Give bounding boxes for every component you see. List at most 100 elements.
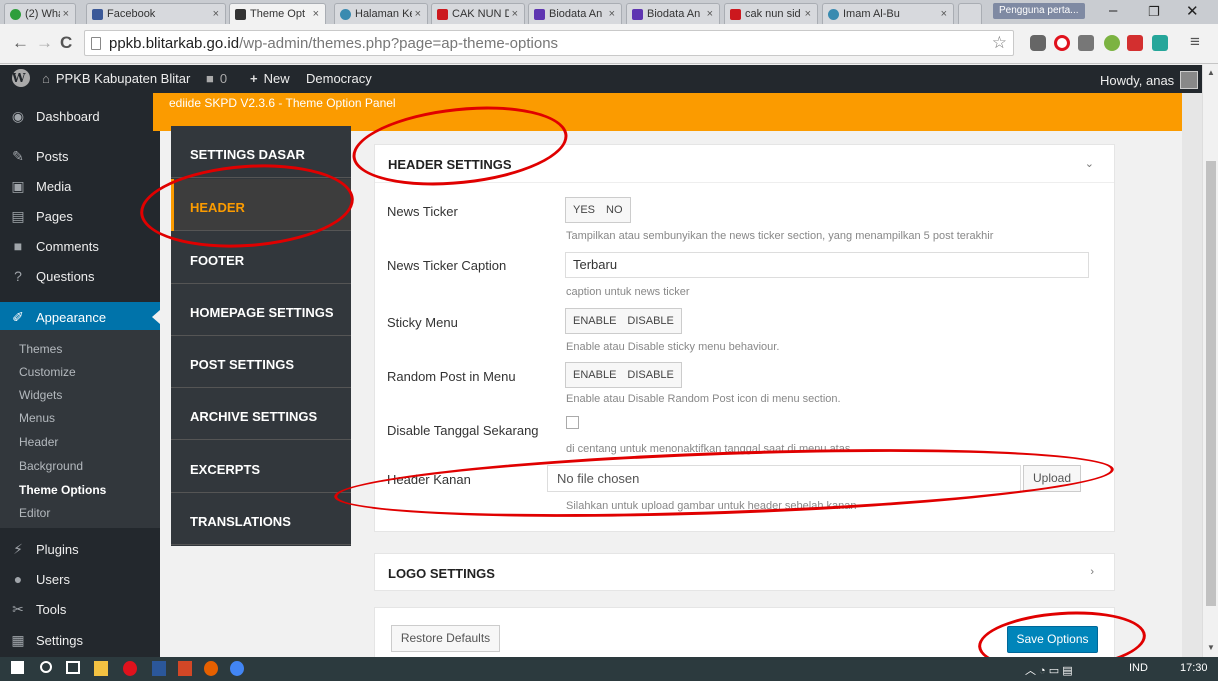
app-icon[interactable] <box>178 661 192 676</box>
sidebar-item-questions[interactable]: ? Questions <box>0 261 160 291</box>
sidebar-item-pages[interactable]: ▤ Pages <box>0 201 160 231</box>
submenu-editor[interactable]: Editor <box>19 506 50 520</box>
browser-tab[interactable]: Halaman Ke × <box>334 3 428 24</box>
sidebar-item-tools[interactable]: ✂ Tools <box>0 594 160 624</box>
tab-footer[interactable]: Footer <box>171 232 351 284</box>
back-icon[interactable]: ← <box>12 33 29 53</box>
submenu-customize[interactable]: Customize <box>19 365 76 379</box>
wordpress-logo-icon[interactable]: W <box>12 69 30 87</box>
new-tab-button[interactable] <box>958 3 982 24</box>
extension-icon[interactable] <box>1152 35 1168 51</box>
sidebar-item-posts[interactable]: ✎ Posts <box>0 141 160 171</box>
scrollbar[interactable]: ▲ ▼ <box>1202 65 1218 657</box>
upload-button[interactable]: Upload <box>1023 465 1081 492</box>
tab-homepage-settings[interactable]: Homepage Settings <box>171 284 351 336</box>
cast-icon[interactable] <box>1078 35 1094 51</box>
extension-icon[interactable] <box>1127 35 1143 51</box>
yes-option[interactable]: YES <box>573 204 595 216</box>
task-view-icon[interactable] <box>66 661 80 674</box>
scroll-up-icon[interactable]: ▲ <box>1207 68 1215 77</box>
browser-tab[interactable]: Facebook × <box>86 3 226 24</box>
close-tab-icon[interactable]: × <box>63 8 69 20</box>
browser-tab[interactable]: cak nun sid × <box>724 3 818 24</box>
sidebar-item-dashboard[interactable]: ◉ Dashboard <box>0 101 160 131</box>
browser-tab[interactable]: Imam Al-Bu × <box>822 3 954 24</box>
disable-tanggal-checkbox[interactable] <box>566 416 579 429</box>
close-tab-icon[interactable]: × <box>313 8 319 20</box>
sidebar-item-comments[interactable]: ■ Comments <box>0 231 160 261</box>
file-explorer-icon[interactable] <box>94 661 108 676</box>
scroll-down-icon[interactable]: ▼ <box>1207 643 1215 652</box>
language-indicator[interactable]: IND <box>1129 662 1148 674</box>
submenu-background[interactable]: Background <box>19 459 83 473</box>
submenu-header[interactable]: Header <box>19 435 58 449</box>
windows-start-icon[interactable] <box>11 661 24 674</box>
word-icon[interactable] <box>152 661 166 676</box>
sidebar-item-settings[interactable]: ▦ Settings <box>0 625 160 655</box>
close-tab-icon[interactable]: × <box>213 8 219 20</box>
close-tab-icon[interactable]: × <box>512 8 518 20</box>
random-post-toggle[interactable]: ENABLE DISABLE <box>565 362 682 388</box>
header-kanan-file-input[interactable]: No file chosen <box>547 465 1021 492</box>
admin-bar-new[interactable]: + New <box>250 71 290 86</box>
disable-option[interactable]: DISABLE <box>627 369 673 381</box>
tab-post-settings[interactable]: Post Settings <box>171 336 351 388</box>
close-window-icon[interactable]: ✕ <box>1186 2 1199 20</box>
restore-icon[interactable]: ❐ <box>1148 4 1160 20</box>
sticky-menu-toggle[interactable]: ENABLE DISABLE <box>565 308 682 334</box>
forward-icon[interactable]: → <box>36 33 53 53</box>
tab-excerpts[interactable]: Excerpts <box>171 441 351 493</box>
firefox-icon[interactable] <box>204 661 218 676</box>
bookmark-star-icon[interactable]: ☆ <box>992 33 1007 53</box>
close-tab-icon[interactable]: × <box>805 8 811 20</box>
logo-settings-toggle[interactable]: LOGO SETTINGS › <box>375 554 1114 592</box>
opera-icon[interactable] <box>1054 35 1070 51</box>
browser-tab[interactable]: Biodata An × <box>626 3 720 24</box>
submenu-themes[interactable]: Themes <box>19 342 62 356</box>
enable-option[interactable]: ENABLE <box>573 369 616 381</box>
restore-defaults-button[interactable]: Restore Defaults <box>391 625 500 652</box>
admin-bar-site[interactable]: ⌂ PPKB Kabupaten Blitar <box>42 71 190 86</box>
admin-bar-comments[interactable]: ■ 0 <box>206 71 227 86</box>
close-tab-icon[interactable]: × <box>941 8 947 20</box>
search-icon[interactable] <box>40 661 52 673</box>
camera-icon[interactable] <box>1030 35 1046 51</box>
tab-settings-dasar[interactable]: Settings Dasar <box>171 126 351 178</box>
header-settings-toggle[interactable]: HEADER SETTINGS ⌄ <box>375 145 1114 183</box>
close-tab-icon[interactable]: × <box>707 8 713 20</box>
sidebar-item-media[interactable]: ▣ Media <box>0 171 160 201</box>
browser-tab[interactable]: CAK NUN D × <box>431 3 525 24</box>
close-tab-icon[interactable]: × <box>609 8 615 20</box>
submenu-widgets[interactable]: Widgets <box>19 388 62 402</box>
clock[interactable]: 17:30 <box>1180 662 1208 674</box>
news-ticker-toggle[interactable]: YES NO <box>565 197 631 223</box>
admin-bar-account[interactable]: Howdy, anas <box>1100 71 1199 89</box>
browser-tab[interactable]: Biodata An × <box>528 3 622 24</box>
news-ticker-caption-input[interactable]: Terbaru <box>565 252 1089 278</box>
browser-tab-active[interactable]: Theme Opt × <box>229 3 326 24</box>
profile-button[interactable]: Pengguna perta... <box>993 3 1085 19</box>
browser-icon[interactable] <box>123 661 137 676</box>
tab-header[interactable]: Header <box>171 179 351 231</box>
chrome-icon[interactable] <box>230 661 244 676</box>
admin-bar-democracy[interactable]: Democracy <box>306 71 372 86</box>
close-tab-icon[interactable]: × <box>415 8 421 20</box>
browser-tab[interactable]: (2) WhatsAp× <box>4 3 76 24</box>
tab-archive-settings[interactable]: Archive Settings <box>171 388 351 440</box>
submenu-menus[interactable]: Menus <box>19 411 55 425</box>
url-input[interactable]: ppkb.blitarkab.go.id/wp-admin/themes.php… <box>84 30 1014 56</box>
android-icon[interactable] <box>1104 35 1120 51</box>
no-option[interactable]: NO <box>606 204 623 216</box>
tab-translations[interactable]: Translations <box>171 493 351 545</box>
sidebar-item-users[interactable]: ● Users <box>0 564 160 594</box>
tray-icons[interactable]: ︿ ◔ ▭ ▤ <box>1025 662 1073 678</box>
sidebar-item-plugins[interactable]: ⚡ Plugins <box>0 534 160 564</box>
save-options-button[interactable]: Save Options <box>1007 626 1098 653</box>
reload-icon[interactable]: C <box>60 33 72 53</box>
menu-icon[interactable]: ≡ <box>1190 32 1200 52</box>
sidebar-item-appearance[interactable]: ✐ Appearance <box>0 302 160 332</box>
enable-option[interactable]: ENABLE <box>573 315 616 327</box>
submenu-theme-options[interactable]: Theme Options <box>19 483 106 497</box>
scroll-thumb[interactable] <box>1206 161 1216 606</box>
disable-option[interactable]: DISABLE <box>627 315 673 327</box>
